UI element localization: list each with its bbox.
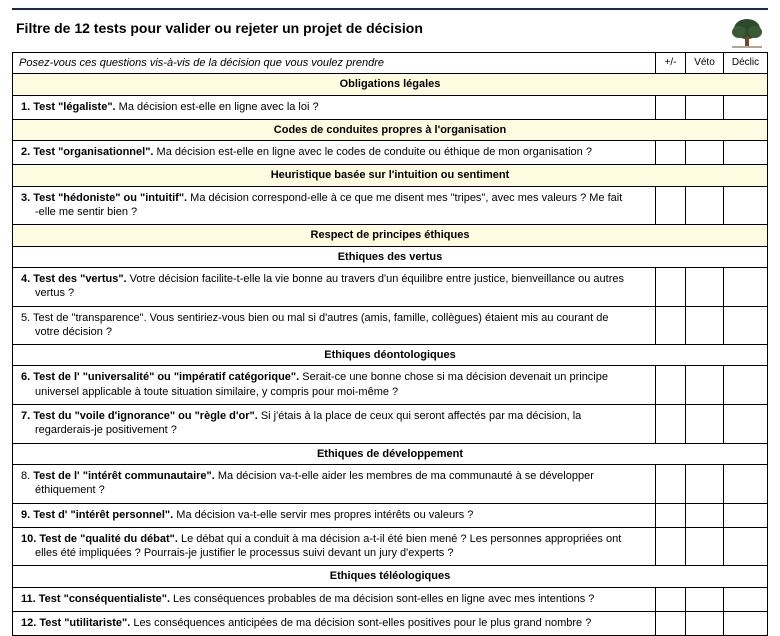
test-row: 6. Test de l' "universalité" ou "impérat…: [13, 366, 768, 405]
test-row: 11. Test "conséquentialiste". Les conséq…: [13, 587, 768, 611]
instruction-cell: Posez-vous ces questions vis-à-vis de la…: [13, 53, 656, 74]
cell-veto: [686, 95, 724, 119]
cell-pm: [656, 186, 686, 225]
section-row: Heuristique basée sur l'intuition ou sen…: [13, 165, 768, 186]
section-row: Codes de conduites propres à l'organisat…: [13, 119, 768, 140]
test-row: 5. Test de "transparence". Vous sentirie…: [13, 306, 768, 345]
cell-veto: [686, 612, 724, 636]
cell-pm: [656, 95, 686, 119]
section-row: Obligations légales: [13, 74, 768, 95]
test-text: 2. Test "organisationnel". Ma décision e…: [13, 141, 656, 165]
tree-logo-icon: [726, 16, 768, 52]
cell-pm: [656, 267, 686, 306]
cell-declic: [724, 306, 768, 345]
cell-pm: [656, 527, 686, 566]
test-text: 3. Test "hédoniste" ou "intuitif". Ma dé…: [13, 186, 656, 225]
test-text: 4. Test des "vertus". Votre décision fac…: [13, 267, 656, 306]
test-text: 11. Test "conséquentialiste". Les conséq…: [13, 587, 656, 611]
cell-pm: [656, 503, 686, 527]
cell-declic: [724, 527, 768, 566]
cell-declic: [724, 186, 768, 225]
cell-declic: [724, 141, 768, 165]
cell-pm: [656, 612, 686, 636]
subsection-header: Ethiques des vertus: [13, 246, 768, 267]
cell-veto: [686, 464, 724, 503]
cell-veto: [686, 405, 724, 444]
test-text: 5. Test de "transparence". Vous sentirie…: [13, 306, 656, 345]
subsection-header: Ethiques de développement: [13, 443, 768, 464]
cell-declic: [724, 267, 768, 306]
tests-table: Posez-vous ces questions vis-à-vis de la…: [12, 52, 768, 636]
cell-pm: [656, 587, 686, 611]
cell-veto: [686, 186, 724, 225]
test-row: 10. Test de "qualité du débat". Le débat…: [13, 527, 768, 566]
subsection-row: Ethiques de développement: [13, 443, 768, 464]
cell-pm: [656, 366, 686, 405]
test-text: 9. Test d' "intérêt personnel". Ma décis…: [13, 503, 656, 527]
cell-pm: [656, 141, 686, 165]
test-row: 3. Test "hédoniste" ou "intuitif". Ma dé…: [13, 186, 768, 225]
cell-declic: [724, 95, 768, 119]
cell-declic: [724, 405, 768, 444]
cell-pm: [656, 464, 686, 503]
cell-veto: [686, 306, 724, 345]
test-row: 12. Test "utilitariste". Les conséquence…: [13, 612, 768, 636]
cell-veto: [686, 366, 724, 405]
test-text: 7. Test du "voile d'ignorance" ou "règle…: [13, 405, 656, 444]
cell-veto: [686, 587, 724, 611]
test-row: 4. Test des "vertus". Votre décision fac…: [13, 267, 768, 306]
instruction-row: Posez-vous ces questions vis-à-vis de la…: [13, 53, 768, 74]
subsection-row: Ethiques déontologiques: [13, 345, 768, 366]
test-text: 1. Test "légaliste". Ma décision est-ell…: [13, 95, 656, 119]
section-header: Respect de principes éthiques: [13, 225, 768, 246]
test-text: 12. Test "utilitariste". Les conséquence…: [13, 612, 656, 636]
col-header-declic: Déclic: [724, 53, 768, 74]
section-header: Obligations légales: [13, 74, 768, 95]
cell-veto: [686, 267, 724, 306]
page-title: Filtre de 12 tests pour valider ou rejet…: [12, 16, 423, 46]
cell-declic: [724, 612, 768, 636]
cell-declic: [724, 587, 768, 611]
section-row: Respect de principes éthiques: [13, 225, 768, 246]
test-row: 7. Test du "voile d'ignorance" ou "règle…: [13, 405, 768, 444]
cell-veto: [686, 527, 724, 566]
test-text: 10. Test de "qualité du débat". Le débat…: [13, 527, 656, 566]
test-text: 6. Test de l' "universalité" ou "impérat…: [13, 366, 656, 405]
cell-declic: [724, 503, 768, 527]
col-header-pm: +/-: [656, 53, 686, 74]
cell-pm: [656, 306, 686, 345]
col-header-veto: Véto: [686, 53, 724, 74]
subsection-row: Ethiques téléologiques: [13, 566, 768, 587]
cell-pm: [656, 405, 686, 444]
subsection-header: Ethiques déontologiques: [13, 345, 768, 366]
cell-veto: [686, 503, 724, 527]
section-header: Codes de conduites propres à l'organisat…: [13, 119, 768, 140]
cell-declic: [724, 464, 768, 503]
cell-declic: [724, 366, 768, 405]
test-row: 1. Test "légaliste". Ma décision est-ell…: [13, 95, 768, 119]
section-header: Heuristique basée sur l'intuition ou sen…: [13, 165, 768, 186]
test-row: 9. Test d' "intérêt personnel". Ma décis…: [13, 503, 768, 527]
test-text: 8. Test de l' "intérêt communautaire". M…: [13, 464, 656, 503]
test-row: 2. Test "organisationnel". Ma décision e…: [13, 141, 768, 165]
cell-veto: [686, 141, 724, 165]
subsection-row: Ethiques des vertus: [13, 246, 768, 267]
test-row: 8. Test de l' "intérêt communautaire". M…: [13, 464, 768, 503]
subsection-header: Ethiques téléologiques: [13, 566, 768, 587]
